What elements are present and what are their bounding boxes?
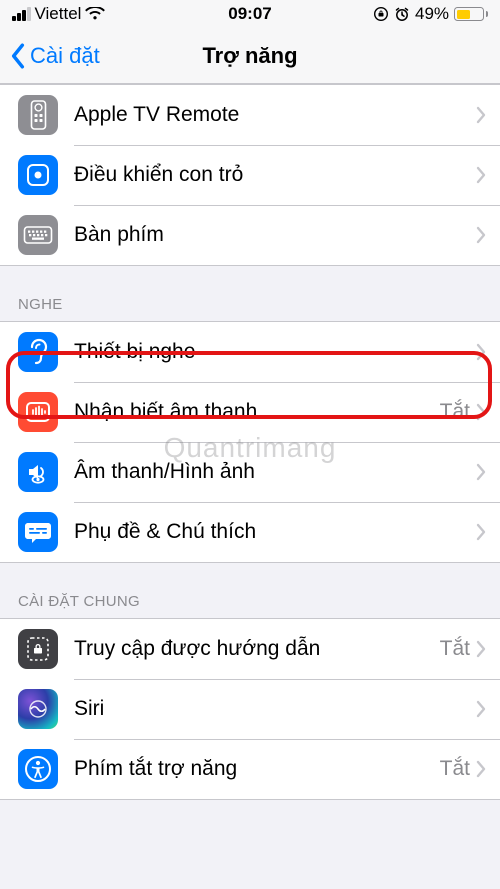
cell-label: Bàn phím: [74, 223, 476, 247]
keyboard-icon: [18, 215, 58, 255]
guided-access-icon: [18, 629, 58, 669]
subtitles-icon: [18, 512, 58, 552]
chevron-right-icon: [476, 700, 486, 718]
cell-apple-tv-remote[interactable]: Apple TV Remote: [0, 85, 500, 145]
ear-icon: [18, 332, 58, 372]
alarm-icon: [394, 6, 410, 22]
status-right: 49%: [272, 4, 488, 24]
cellular-signal-icon: [12, 7, 31, 21]
status-time: 09:07: [228, 4, 271, 24]
cell-subtitles-captioning[interactable]: Phụ đề & Chú thích: [0, 502, 500, 562]
carrier-label: Viettel: [35, 4, 82, 24]
wifi-icon: [85, 7, 105, 21]
cell-hearing-devices[interactable]: Thiết bị nghe: [0, 322, 500, 382]
navigation-bar: Cài đặt Trợ năng: [0, 28, 500, 84]
cell-sound-recognition[interactable]: Nhận biết âm thanh Tắt: [0, 382, 500, 442]
cell-label: Âm thanh/Hình ảnh: [74, 460, 476, 484]
pointer-control-icon: [18, 155, 58, 195]
page-title: Trợ năng: [0, 43, 500, 69]
chevron-right-icon: [476, 523, 486, 541]
cell-guided-access[interactable]: Truy cập được hướng dẫn Tắt: [0, 619, 500, 679]
chevron-right-icon: [476, 640, 486, 658]
cell-label: Siri: [74, 697, 476, 721]
status-left: Viettel: [12, 4, 228, 24]
chevron-right-icon: [476, 463, 486, 481]
section-header-hearing: NGHE: [0, 266, 500, 321]
section-physical-motor: Apple TV Remote Điều khiển con trỏ Bàn p…: [0, 84, 500, 266]
cell-label: Phím tắt trợ năng: [74, 757, 440, 781]
cell-label: Nhận biết âm thanh: [74, 400, 440, 424]
cell-label: Thiết bị nghe: [74, 340, 476, 364]
chevron-right-icon: [476, 166, 486, 184]
cell-detail: Tắt: [440, 757, 470, 781]
cell-label: Phụ đề & Chú thích: [74, 520, 476, 544]
orientation-lock-icon: [373, 6, 389, 22]
battery-percent: 49%: [415, 4, 449, 24]
section-general: CÀI ĐẶT CHUNG Truy cập được hướng dẫn Tắ…: [0, 563, 500, 800]
apple-tv-remote-icon: [18, 95, 58, 135]
sound-recognition-icon: [18, 392, 58, 432]
chevron-right-icon: [476, 760, 486, 778]
chevron-right-icon: [476, 106, 486, 124]
battery-icon: [454, 7, 488, 21]
chevron-right-icon: [476, 343, 486, 361]
accessibility-icon: [18, 749, 58, 789]
audio-visual-icon: [18, 452, 58, 492]
cell-audio-visual[interactable]: Âm thanh/Hình ảnh: [0, 442, 500, 502]
cell-label: Apple TV Remote: [74, 103, 476, 127]
cell-accessibility-shortcut[interactable]: Phím tắt trợ năng Tắt: [0, 739, 500, 799]
cell-label: Điều khiển con trỏ: [74, 163, 476, 187]
section-header-general: CÀI ĐẶT CHUNG: [0, 563, 500, 618]
cell-pointer-control[interactable]: Điều khiển con trỏ: [0, 145, 500, 205]
cell-detail: Tắt: [440, 637, 470, 661]
siri-icon: [18, 689, 58, 729]
cell-detail: Tắt: [440, 400, 470, 424]
chevron-right-icon: [476, 226, 486, 244]
chevron-right-icon: [476, 403, 486, 421]
cell-keyboards[interactable]: Bàn phím: [0, 205, 500, 265]
cell-siri[interactable]: Siri: [0, 679, 500, 739]
cell-label: Truy cập được hướng dẫn: [74, 637, 440, 661]
status-bar: Viettel 09:07 49%: [0, 0, 500, 28]
section-hearing: NGHE Thiết bị nghe Nhận biết âm thanh Tắ…: [0, 266, 500, 563]
